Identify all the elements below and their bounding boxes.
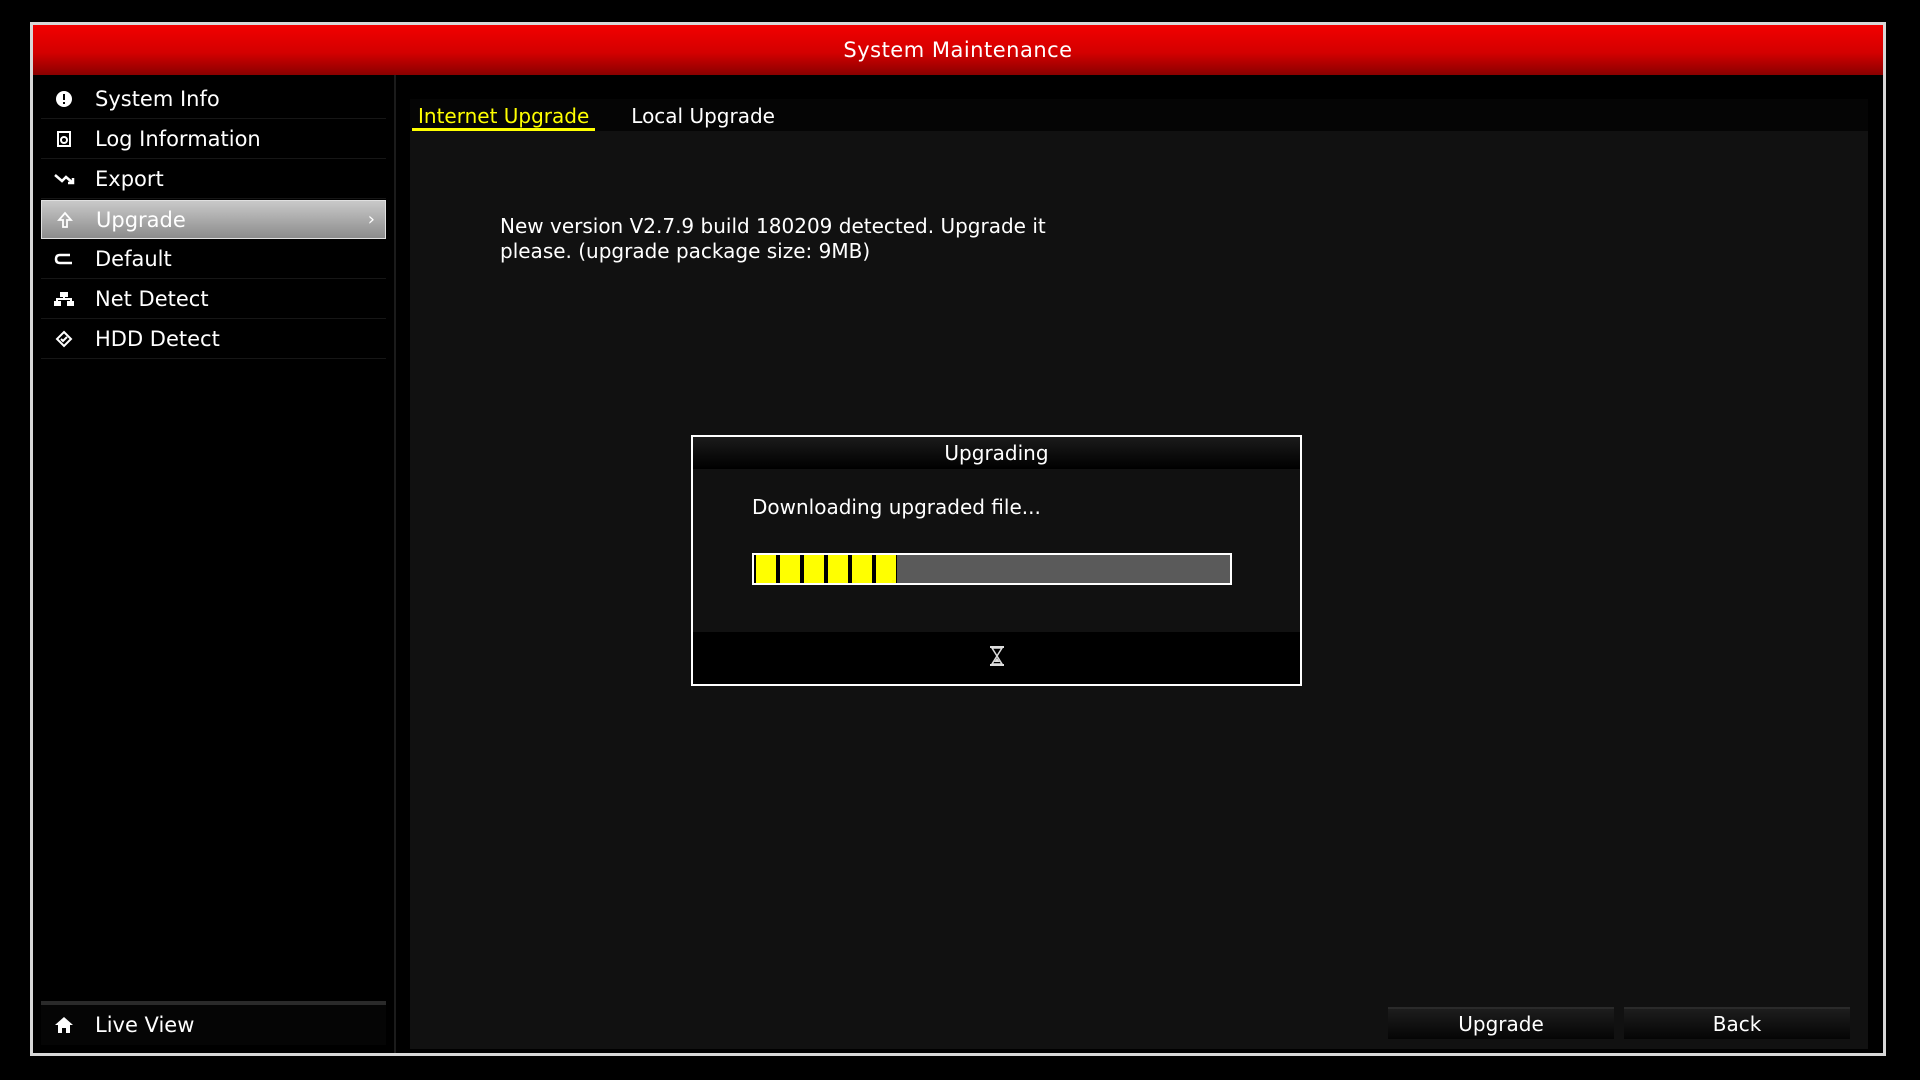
network-icon (53, 288, 75, 310)
upgrade-progress-bar (752, 553, 1232, 585)
chevron-right-icon: › (367, 209, 375, 230)
sidebar-item-label: Default (95, 247, 172, 271)
sidebar-item-default[interactable]: Default (41, 240, 386, 279)
dialog-title: Upgrading (693, 437, 1300, 469)
upgrade-button[interactable]: Upgrade (1388, 1007, 1614, 1039)
upgrade-icon (54, 209, 76, 231)
hourglass-icon (988, 645, 1006, 671)
sidebar-item-label: Net Detect (95, 287, 209, 311)
main-content: Internet Upgrade Local Upgrade New versi… (410, 99, 1868, 1049)
sidebar-item-label: Upgrade (96, 207, 186, 232)
upgrade-progress-fill (754, 555, 897, 583)
sidebar-item-upgrade[interactable]: Upgrade › (41, 200, 386, 239)
hdd-detect-icon (53, 328, 75, 350)
dialog-message: Downloading upgraded file... (752, 495, 1041, 519)
upgrade-message-line1: New version V2.7.9 build 180209 detected… (500, 214, 1046, 238)
sidebar-item-net-detect[interactable]: Net Detect (41, 280, 386, 319)
sidebar-item-log-information[interactable]: Log Information (41, 120, 386, 159)
upgrading-dialog: Upgrading Downloading upgraded file... (691, 435, 1302, 686)
tab-internet-upgrade[interactable]: Internet Upgrade (412, 104, 596, 131)
sidebar-item-label: Export (95, 167, 164, 191)
window-title: System Maintenance (33, 25, 1883, 75)
default-icon (53, 248, 75, 270)
tab-bar: Internet Upgrade Local Upgrade (410, 99, 1868, 131)
sidebar-item-system-info[interactable]: System Info (41, 80, 386, 119)
sidebar-menu: System Info Log Information Export Upgra… (33, 80, 394, 359)
log-icon (53, 128, 75, 150)
system-maintenance-window: System Maintenance System Info Log Infor… (30, 22, 1886, 1056)
export-icon (53, 168, 75, 190)
sidebar-item-label: HDD Detect (95, 327, 220, 351)
dialog-footer (693, 632, 1300, 684)
back-button[interactable]: Back (1624, 1007, 1850, 1039)
action-buttons: Upgrade Back (1378, 1007, 1850, 1039)
sidebar-item-label: System Info (95, 87, 220, 111)
sidebar-item-hdd-detect[interactable]: HDD Detect (41, 320, 386, 359)
tab-local-upgrade[interactable]: Local Upgrade (625, 104, 781, 131)
sidebar: System Info Log Information Export Upgra… (33, 75, 396, 1053)
upgrade-message-line2: please. (upgrade package size: 9MB) (500, 239, 871, 263)
live-view-label: Live View (95, 1013, 195, 1037)
upgrade-message: New version V2.7.9 build 180209 detected… (500, 214, 1200, 264)
sidebar-item-label: Log Information (95, 127, 261, 151)
info-icon (53, 88, 75, 110)
home-icon (53, 1014, 75, 1036)
sidebar-item-export[interactable]: Export (41, 160, 386, 199)
live-view-button[interactable]: Live View (41, 1001, 386, 1045)
